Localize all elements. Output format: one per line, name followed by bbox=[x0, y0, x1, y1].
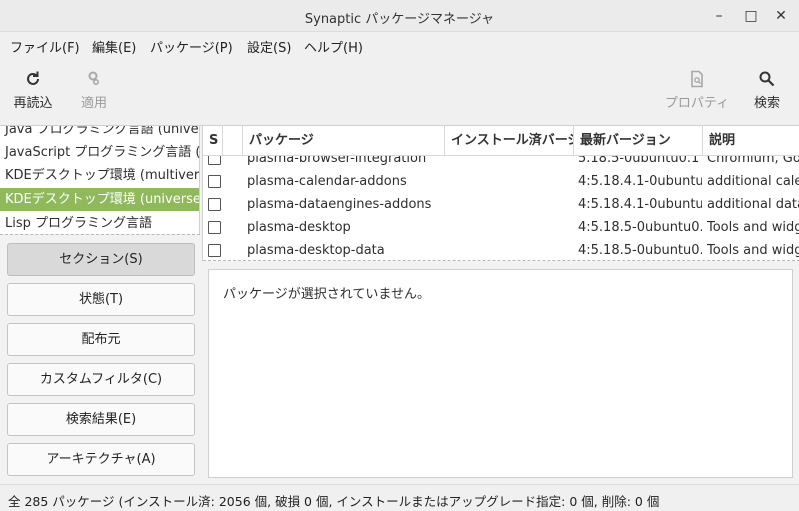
reload-button[interactable]: 再読込 bbox=[12, 70, 54, 111]
section-item-selected[interactable]: KDEデスクトップ環境 (universe) bbox=[0, 188, 199, 211]
maximize-button[interactable]: □ bbox=[741, 6, 761, 26]
menu-package[interactable]: パッケージ(P) bbox=[150, 37, 233, 56]
installed-version bbox=[449, 239, 569, 261]
table-row[interactable]: plasma-desktop-data 4:5.18.5-0ubuntu0.1 … bbox=[203, 239, 799, 261]
package-details-pane: パッケージが選択されていません。 bbox=[208, 269, 793, 478]
search-label: 検索 bbox=[753, 96, 780, 111]
installed-version bbox=[449, 170, 569, 193]
search-button[interactable]: 検索 bbox=[750, 70, 784, 111]
row-checkbox[interactable] bbox=[208, 221, 221, 234]
section-list[interactable]: Java プログラミング言語 (universe) JavaScript プログ… bbox=[0, 126, 200, 234]
row-checkbox[interactable] bbox=[208, 198, 221, 211]
table-header: S パッケージ インストール済バージョン 最新バージョン 説明 bbox=[203, 126, 799, 156]
no-package-selected-message: パッケージが選択されていません。 bbox=[223, 287, 430, 302]
column-header-description[interactable]: 説明 bbox=[703, 126, 799, 156]
filter-custom-button[interactable]: カスタムフィルタ(C) bbox=[7, 363, 195, 396]
filter-origin-button[interactable]: 配布元 bbox=[7, 323, 195, 356]
row-checkbox[interactable] bbox=[208, 175, 221, 188]
column-header-support[interactable] bbox=[223, 126, 243, 156]
close-button[interactable]: ✕ bbox=[771, 6, 791, 26]
apply-label: 適用 bbox=[80, 96, 107, 111]
properties-label: プロパティ bbox=[664, 96, 730, 111]
reload-label: 再読込 bbox=[13, 96, 53, 111]
latest-version: 4:5.18.4.1-0ubuntu2 bbox=[578, 174, 702, 189]
latest-version: 4:5.18.4.1-0ubuntu2 bbox=[578, 197, 702, 212]
status-bar: 全 285 パッケージ (インストール済: 2056 個, 破損 0 個, イン… bbox=[0, 484, 799, 511]
filter-status-button[interactable]: 状態(T) bbox=[7, 283, 195, 316]
table-row[interactable]: plasma-calendar-addons 4:5.18.4.1-0ubunt… bbox=[203, 170, 799, 193]
description: additional calendar plugins bbox=[707, 174, 799, 189]
package-name: plasma-dataengines-addons bbox=[247, 197, 432, 212]
search-icon bbox=[750, 70, 784, 92]
column-header-status[interactable]: S bbox=[203, 126, 223, 156]
column-header-installed-version[interactable]: インストール済バージョン bbox=[445, 126, 574, 156]
section-list-divider bbox=[0, 234, 200, 235]
reload-icon bbox=[12, 70, 54, 92]
section-item[interactable]: Lisp プログラミング言語 bbox=[0, 212, 199, 234]
installed-version bbox=[449, 216, 569, 239]
title-bar: Synaptic パッケージマネージャ – □ ✕ bbox=[0, 0, 799, 32]
apply-icon bbox=[76, 70, 112, 92]
menu-bar: ファイル(F) 編集(E) パッケージ(P) 設定(S) ヘルプ(H) bbox=[0, 32, 799, 58]
installed-version bbox=[449, 193, 569, 216]
menu-settings[interactable]: 設定(S) bbox=[247, 37, 291, 56]
minimize-button[interactable]: – bbox=[709, 6, 729, 26]
latest-version: 4:5.18.5-0ubuntu0.1 bbox=[578, 243, 702, 258]
description: Tools and widgets for the desktop bbox=[707, 220, 799, 235]
column-header-latest-version[interactable]: 最新バージョン bbox=[574, 126, 703, 156]
table-row[interactable]: plasma-desktop 4:5.18.5-0ubuntu0.1 Tools… bbox=[203, 216, 799, 239]
description: Tools and widgets for the desktop data bbox=[707, 243, 799, 258]
left-pane: Java プログラミング言語 (universe) JavaScript プログ… bbox=[0, 126, 202, 484]
section-item[interactable]: JavaScript プログラミング言語 (universe) bbox=[0, 141, 199, 164]
package-name: plasma-desktop bbox=[247, 220, 351, 235]
filter-sections-button[interactable]: セクション(S) bbox=[7, 243, 195, 276]
description: additional data engines bbox=[707, 197, 799, 212]
package-name: plasma-calendar-addons bbox=[247, 174, 407, 189]
latest-version: 4:5.18.5-0ubuntu0.1 bbox=[578, 220, 702, 235]
column-header-package[interactable]: パッケージ bbox=[243, 126, 445, 156]
row-checkbox[interactable] bbox=[208, 244, 221, 257]
window-title: Synaptic パッケージマネージャ bbox=[304, 12, 495, 27]
filter-architecture-button[interactable]: アーキテクチャ(A) bbox=[7, 443, 195, 476]
package-name: plasma-desktop-data bbox=[247, 243, 385, 258]
filter-search-results-button[interactable]: 検索結果(E) bbox=[7, 403, 195, 436]
properties-button[interactable]: プロパティ bbox=[664, 70, 730, 111]
section-item[interactable]: KDEデスクトップ環境 (multiverse) bbox=[0, 164, 199, 187]
toolbar: 再読込 適用 プロパティ 検索 bbox=[0, 58, 799, 126]
package-table: plasma-browser-integration 5.18.5-0ubunt… bbox=[202, 126, 799, 261]
table-divider bbox=[203, 260, 799, 261]
menu-file[interactable]: ファイル(F) bbox=[10, 37, 80, 56]
table-row[interactable]: plasma-dataengines-addons 4:5.18.4.1-0ub… bbox=[203, 193, 799, 216]
apply-button[interactable]: 適用 bbox=[76, 70, 112, 111]
status-text: 全 285 パッケージ (インストール済: 2056 個, 破損 0 個, イン… bbox=[8, 494, 660, 509]
properties-icon bbox=[664, 70, 730, 92]
menu-edit[interactable]: 編集(E) bbox=[92, 37, 136, 56]
section-item[interactable]: Java プログラミング言語 (universe) bbox=[0, 126, 199, 141]
menu-help[interactable]: ヘルプ(H) bbox=[304, 37, 363, 56]
